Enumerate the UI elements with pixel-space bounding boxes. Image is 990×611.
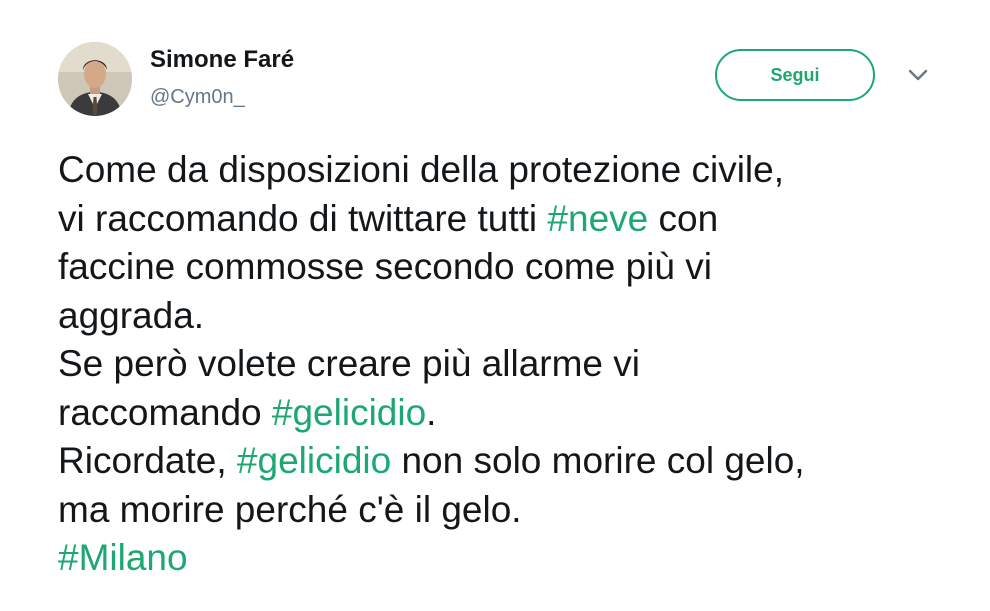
tweet-text-segment: aggrada. (58, 294, 205, 336)
user-handle[interactable]: @Cym0n_ (150, 86, 245, 109)
tweet-line: aggrada. (58, 292, 958, 341)
tweet-line: ma morire perché c'è il gelo. (58, 486, 958, 535)
tweet-text-segment: Ricordate, (58, 440, 237, 481)
tweet-line: vi raccomando di twittare tutti #neve co… (58, 195, 958, 244)
tweet-line: raccomando #gelicidio. (58, 389, 958, 438)
tweet-text-segment: non solo morire col gelo, (391, 440, 805, 481)
tweet-line: #Milano (58, 534, 958, 583)
chevron-down-icon[interactable] (904, 64, 932, 86)
tweet-line: faccine commosse secondo come più vi (58, 243, 958, 292)
tweet-line: Ricordate, #gelicidio non solo morire co… (58, 437, 958, 486)
tweet-line: Se però volete creare più allarme vi (58, 340, 958, 389)
tweet-card: Simone Faré @Cym0n_ Segui Come da dispos… (0, 0, 990, 611)
avatar[interactable] (58, 42, 132, 116)
tweet-text-segment: Come da disposizioni della protezione ci… (58, 149, 784, 190)
chevron-down-icon-glyph (908, 69, 928, 81)
tweet-text: Come da disposizioni della protezione ci… (58, 146, 958, 583)
tweet-text-segment: con (648, 197, 719, 239)
follow-button[interactable]: Segui (715, 49, 875, 101)
tweet-line: Come da disposizioni della protezione ci… (58, 146, 958, 195)
tweet-text-segment: ma morire perché c'è il gelo. (58, 488, 522, 530)
profile-photo (58, 42, 132, 116)
hashtag-link[interactable]: #gelicidio (237, 440, 391, 481)
display-name[interactable]: Simone Faré (150, 46, 294, 74)
tweet-text-segment: faccine commosse secondo come più vi (58, 246, 712, 287)
tweet-text-segment: vi raccomando di twittare tutti (58, 197, 548, 239)
hashtag-link[interactable]: #gelicidio (272, 392, 426, 433)
tweet-text-segment: raccomando (58, 391, 272, 433)
tweet-text-segment: . (426, 391, 437, 433)
tweet-text-segment: Se però volete creare più allarme vi (58, 343, 641, 384)
hashtag-link[interactable]: #neve (547, 198, 648, 239)
hashtag-link[interactable]: #Milano (58, 537, 188, 578)
